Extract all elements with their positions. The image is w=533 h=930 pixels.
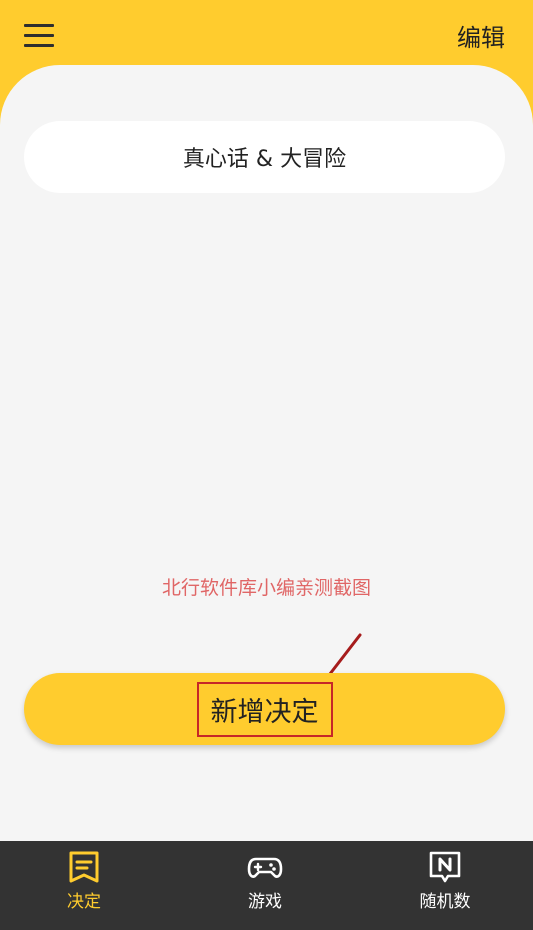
screenshot-annotation: 北行软件库小编亲测截图 xyxy=(161,577,371,599)
random-number-icon xyxy=(429,851,461,883)
edit-button[interactable]: 编辑 xyxy=(457,18,505,53)
tab-decision[interactable]: 决定 xyxy=(24,841,144,930)
bottom-tab-bar: 决定 游戏 随机数 xyxy=(0,841,533,930)
decision-tab-icon xyxy=(69,851,99,883)
app-header: 编辑 xyxy=(0,0,533,70)
tab-game-label: 游戏 xyxy=(248,892,282,912)
add-decision-button[interactable]: 新增决定 xyxy=(24,673,505,745)
tab-random-number[interactable]: 随机数 xyxy=(385,841,505,930)
tab-random-number-label: 随机数 xyxy=(419,892,471,912)
add-decision-label: 新增决定 xyxy=(196,681,333,737)
hamburger-menu-icon[interactable] xyxy=(24,22,56,48)
tab-game[interactable]: 游戏 xyxy=(205,841,325,930)
gamepad-icon xyxy=(247,857,283,878)
decision-card[interactable]: 真心话 & 大冒险 xyxy=(24,121,505,193)
tab-decision-label: 决定 xyxy=(67,892,101,912)
